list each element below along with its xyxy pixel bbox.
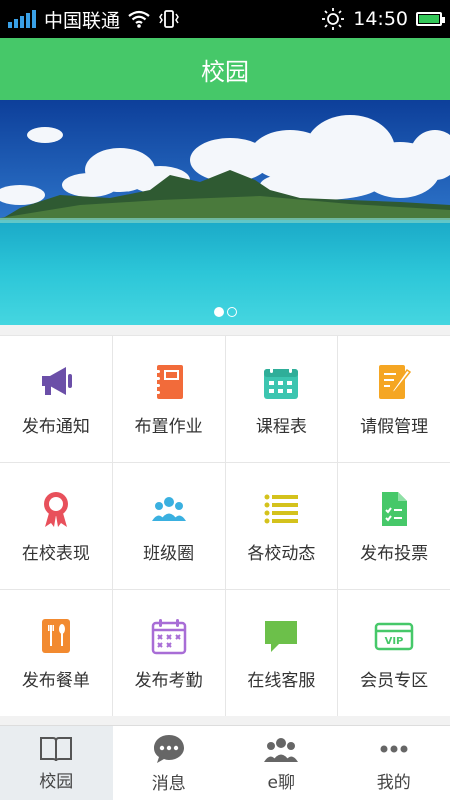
grid-item-publish-vote[interactable]: 发布投票 <box>338 463 450 589</box>
carrier-name: 中国联通 <box>44 9 121 32</box>
banner-carousel[interactable] <box>0 100 450 325</box>
grid-item-class-circle[interactable]: 班级圈 <box>112 463 225 589</box>
battery-icon <box>416 12 445 26</box>
notebook-icon <box>149 362 189 402</box>
carousel-dot-2[interactable] <box>226 307 237 317</box>
attendance-calendar-icon <box>149 616 189 656</box>
more-icon <box>380 745 408 752</box>
tab-label: e聊 <box>267 772 295 793</box>
grid-item-vip-zone[interactable]: VIP 会员专区 <box>338 590 450 716</box>
function-grid: 发布通知 布置作业 课程表 请假管理 在校表现 班级圈 各校动态 发布投票 发布… <box>0 335 450 716</box>
wifi-icon <box>128 10 150 28</box>
page-title-bar: 校园 <box>0 38 450 100</box>
edit-document-icon <box>374 362 414 402</box>
calendar-icon <box>261 362 301 402</box>
tab-echat[interactable]: e聊 <box>225 726 338 800</box>
tab-label: 消息 <box>151 773 186 794</box>
tab-campus[interactable]: 校园 <box>0 726 113 800</box>
grid-item-label: 会员专区 <box>360 670 429 691</box>
contacts-icon <box>264 737 299 762</box>
grid-item-label: 布置作业 <box>134 416 203 437</box>
vip-card-icon: VIP <box>374 616 414 656</box>
award-ribbon-icon <box>36 489 76 529</box>
tab-messages[interactable]: 消息 <box>113 726 226 800</box>
tab-mine[interactable]: 我的 <box>338 726 450 800</box>
page-title: 校园 <box>201 57 249 86</box>
grid-item-school-performance[interactable]: 在校表现 <box>0 463 112 589</box>
list-icon <box>261 489 301 529</box>
grid-item-school-news[interactable]: 各校动态 <box>225 463 338 589</box>
banner-image <box>0 100 450 325</box>
tab-label: 校园 <box>39 771 74 792</box>
grid-item-label: 请假管理 <box>360 416 429 437</box>
grid-item-label: 班级圈 <box>143 543 195 564</box>
grid-item-leave-management[interactable]: 请假管理 <box>338 336 450 462</box>
grid-item-publish-attendance[interactable]: 发布考勤 <box>112 590 225 716</box>
group-icon <box>149 489 189 529</box>
book-icon <box>40 736 73 761</box>
menu-cutlery-icon <box>36 616 76 656</box>
grid-item-publish-notice[interactable]: 发布通知 <box>0 336 112 462</box>
svg-text:VIP: VIP <box>385 636 404 647</box>
grid-item-online-service[interactable]: 在线客服 <box>225 590 338 716</box>
grid-item-label: 课程表 <box>255 416 307 437</box>
signal-icon <box>8 10 36 28</box>
grid-item-label: 发布考勤 <box>134 670 203 691</box>
grid-item-timetable[interactable]: 课程表 <box>225 336 338 462</box>
grid-item-label: 发布投票 <box>360 543 429 564</box>
clock: 14:50 <box>353 8 408 30</box>
grid-item-publish-menu[interactable]: 发布餐单 <box>0 590 112 716</box>
vibrate-icon <box>159 10 179 28</box>
brightness-icon <box>322 8 345 30</box>
vote-document-icon <box>374 489 414 529</box>
bottom-tab-bar: 校园 消息 e聊 我的 <box>0 725 450 800</box>
grid-item-label: 发布通知 <box>21 416 90 437</box>
tab-label: 我的 <box>376 772 411 793</box>
message-icon <box>153 734 184 763</box>
megaphone-icon <box>36 362 76 402</box>
carousel-dot-1[interactable] <box>213 307 224 317</box>
grid-item-label: 发布餐单 <box>21 670 90 691</box>
grid-item-assign-homework[interactable]: 布置作业 <box>112 336 225 462</box>
status-bar: 中国联通 14:50 <box>0 0 450 38</box>
carousel-indicator <box>0 307 450 317</box>
grid-item-label: 在校表现 <box>21 543 90 564</box>
chat-bubble-icon <box>261 616 301 656</box>
grid-item-label: 各校动态 <box>247 543 316 564</box>
grid-item-label: 在线客服 <box>247 670 316 691</box>
